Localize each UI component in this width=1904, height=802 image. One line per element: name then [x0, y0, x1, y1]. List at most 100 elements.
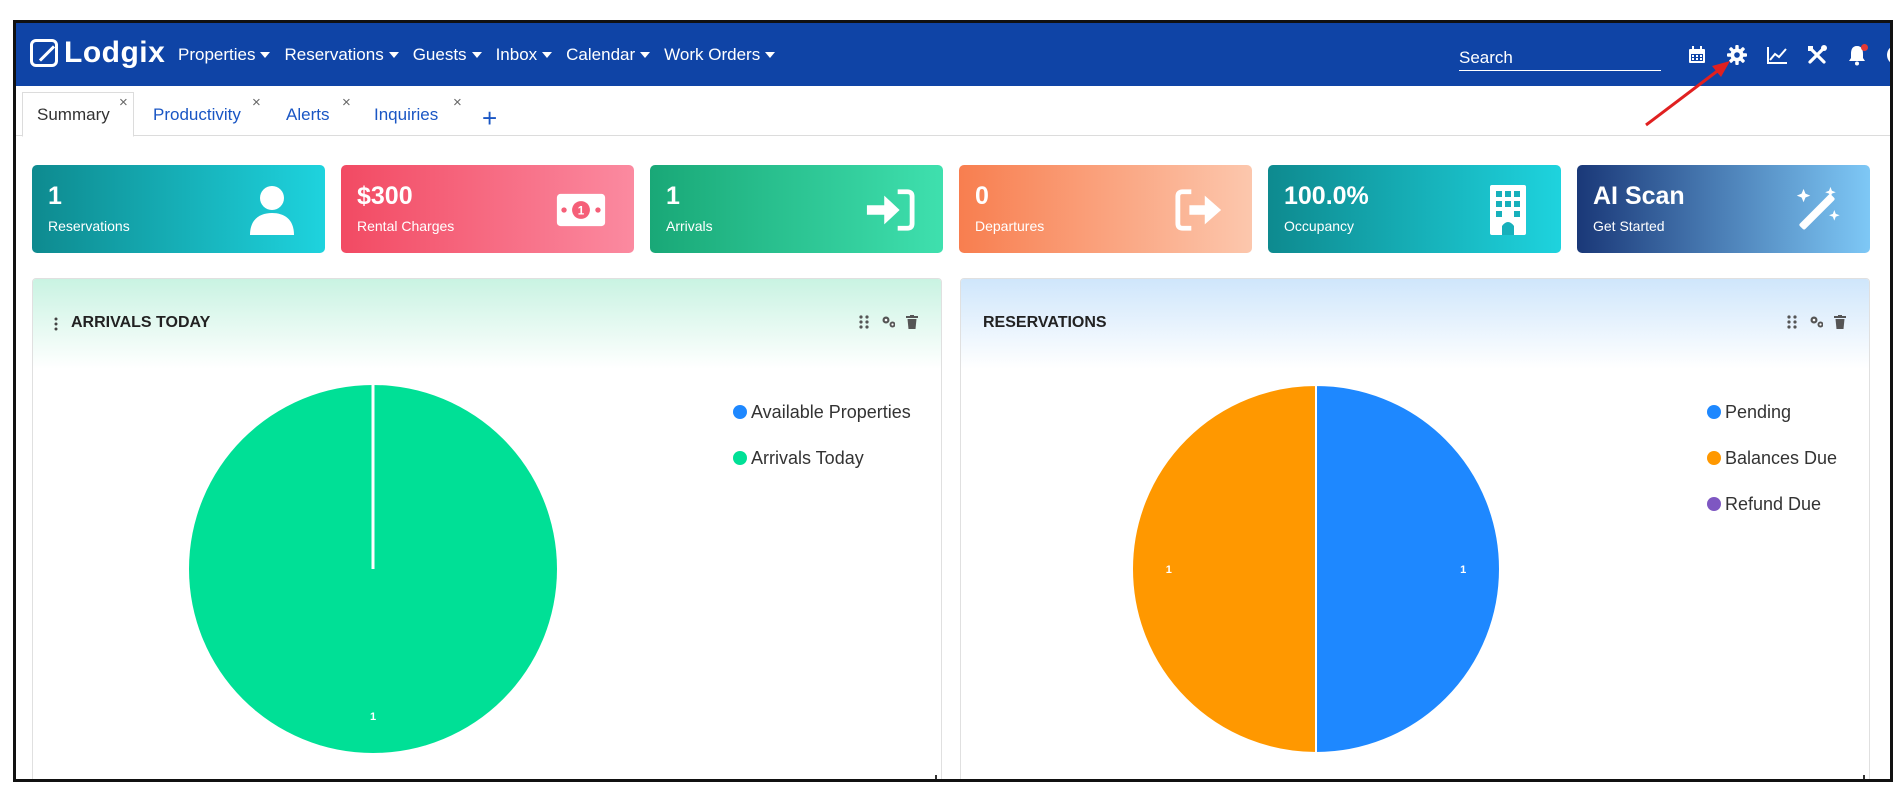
- menu-calendar[interactable]: Calendar: [566, 44, 651, 65]
- tab-alerts[interactable]: Alerts: [272, 92, 343, 137]
- legend-swatch: [733, 451, 747, 465]
- money-bill-icon: 1: [556, 185, 606, 235]
- notification-dot: [1861, 43, 1868, 51]
- stat-value: 1: [666, 182, 680, 210]
- arrivals-pie-chart: 1: [189, 385, 557, 753]
- search-input[interactable]: [1459, 41, 1661, 71]
- menu-inbox[interactable]: Inbox: [496, 45, 553, 65]
- panel-title: RESERVATIONS: [983, 314, 1107, 331]
- building-icon: [1483, 185, 1533, 235]
- user-circle-icon[interactable]: [1884, 42, 1890, 68]
- trash-icon[interactable]: [1833, 314, 1847, 330]
- sign-in-icon: [865, 185, 915, 235]
- calendar-icon[interactable]: [1684, 42, 1710, 68]
- legend-swatch: [1707, 405, 1721, 419]
- tab-label: Summary: [37, 104, 110, 124]
- brand-logo[interactable]: Lodgix: [30, 31, 165, 75]
- drag-handle-icon[interactable]: [54, 317, 58, 331]
- caret-down-icon: [542, 51, 553, 58]
- pie-data-label: 1: [1460, 564, 1466, 576]
- menu-guests[interactable]: Guests: [413, 45, 482, 65]
- line-chart-icon[interactable]: [1764, 42, 1790, 68]
- panel-tools: [857, 314, 919, 330]
- resize-handle-icon[interactable]: [1857, 775, 1865, 779]
- pie-data-label: 1: [1166, 564, 1172, 576]
- stat-card-rental-charges[interactable]: $300 Rental Charges 1: [341, 165, 634, 253]
- stat-value: AI Scan: [1593, 182, 1685, 210]
- stat-label: Reservations: [48, 218, 130, 234]
- legend-swatch: [1707, 451, 1721, 465]
- main-menu: Properties Reservations Guests Inbox Cal…: [178, 23, 776, 86]
- legend-item-refund-due[interactable]: Refund Due: [1707, 481, 1837, 527]
- legend-swatch: [1707, 497, 1721, 511]
- caret-down-icon: [471, 51, 482, 58]
- stat-card-ai-scan[interactable]: AI Scan Get Started: [1577, 165, 1870, 253]
- tab-label: Productivity: [153, 104, 241, 124]
- legend-swatch: [733, 405, 747, 419]
- stat-value: 0: [975, 182, 989, 210]
- tab-inquiries[interactable]: Inquiries: [360, 92, 452, 137]
- app-frame: Lodgix Properties Reservations Guests In…: [13, 20, 1893, 782]
- nav-icon-bar: [1684, 23, 1890, 86]
- dashboard-tabs: Summary × Productivity × Alerts × Inquir…: [16, 86, 1890, 137]
- caret-down-icon: [765, 51, 776, 58]
- arrivals-today-panel: ARRIVALS TODAY 1 Available Properties Ar…: [32, 278, 942, 779]
- legend-label: Arrivals Today: [751, 447, 864, 468]
- menu-reservations[interactable]: Reservations: [284, 44, 399, 65]
- stat-label: Arrivals: [666, 218, 713, 234]
- tab-label: Alerts: [286, 104, 330, 124]
- legend-label: Available Properties: [751, 401, 911, 422]
- settings-cogs-icon[interactable]: [881, 314, 895, 330]
- magic-wand-icon: [1792, 185, 1842, 235]
- arrivals-legend: Available Properties Arrivals Today: [733, 389, 911, 481]
- stat-card-arrivals[interactable]: 1 Arrivals: [650, 165, 943, 253]
- legend-label: Balances Due: [1725, 447, 1838, 468]
- stat-label: Get Started: [1593, 218, 1665, 234]
- logo-mark-icon: [30, 39, 58, 67]
- menu-label: Properties: [178, 44, 256, 64]
- stat-card-reservations[interactable]: 1 Reservations: [32, 165, 325, 253]
- add-tab-button[interactable]: +: [482, 105, 497, 131]
- move-grid-icon[interactable]: [1785, 314, 1799, 330]
- reservations-pie-chart: 11: [1131, 383, 1501, 755]
- svg-text:1: 1: [578, 204, 585, 217]
- pie-slice-balances-due[interactable]: [1131, 383, 1317, 755]
- resize-handle-icon[interactable]: [929, 775, 937, 779]
- stat-card-departures[interactable]: 0 Departures: [959, 165, 1252, 253]
- stat-value: $300: [357, 182, 413, 210]
- legend-label: Refund Due: [1725, 493, 1822, 514]
- panel-title: ARRIVALS TODAY: [71, 314, 211, 331]
- reservations-legend: Pending Balances Due Refund Due: [1707, 389, 1837, 527]
- stat-card-occupancy[interactable]: 100.0% Occupancy: [1268, 165, 1561, 253]
- gear-icon[interactable]: [1724, 42, 1750, 68]
- tools-icon[interactable]: [1804, 42, 1830, 68]
- tab-productivity[interactable]: Productivity: [139, 92, 255, 137]
- stat-label: Rental Charges: [357, 218, 455, 234]
- brand-name: Lodgix: [64, 36, 166, 69]
- menu-label: Work Orders: [664, 44, 761, 64]
- pie-slice-pending[interactable]: [1315, 383, 1501, 755]
- top-navbar: Lodgix Properties Reservations Guests In…: [16, 23, 1890, 86]
- settings-cogs-icon[interactable]: [1809, 314, 1823, 330]
- menu-label: Reservations: [284, 44, 384, 64]
- tab-alerts-close-icon[interactable]: ×: [342, 94, 351, 111]
- legend-item-arrivals-today[interactable]: Arrivals Today: [733, 435, 911, 481]
- sign-out-icon: [1174, 185, 1224, 235]
- legend-item-balances-due[interactable]: Balances Due: [1707, 435, 1837, 481]
- trash-icon[interactable]: [905, 314, 919, 330]
- tab-inquiries-close-icon[interactable]: ×: [453, 94, 462, 111]
- menu-label: Calendar: [566, 44, 636, 64]
- tab-summary-close-icon[interactable]: ×: [119, 94, 128, 111]
- legend-item-pending[interactable]: Pending: [1707, 389, 1837, 435]
- pie-data-label: 1: [370, 711, 376, 723]
- menu-work-orders[interactable]: Work Orders: [664, 44, 776, 65]
- legend-item-available-properties[interactable]: Available Properties: [733, 389, 911, 435]
- panel-tools: [1785, 314, 1847, 330]
- menu-properties[interactable]: Properties: [178, 44, 271, 65]
- caret-down-icon: [388, 51, 399, 58]
- bell-icon[interactable]: [1844, 42, 1870, 68]
- move-grid-icon[interactable]: [857, 314, 871, 330]
- tab-productivity-close-icon[interactable]: ×: [252, 94, 261, 111]
- tab-summary[interactable]: Summary: [22, 92, 134, 137]
- menu-label: Guests: [412, 44, 467, 64]
